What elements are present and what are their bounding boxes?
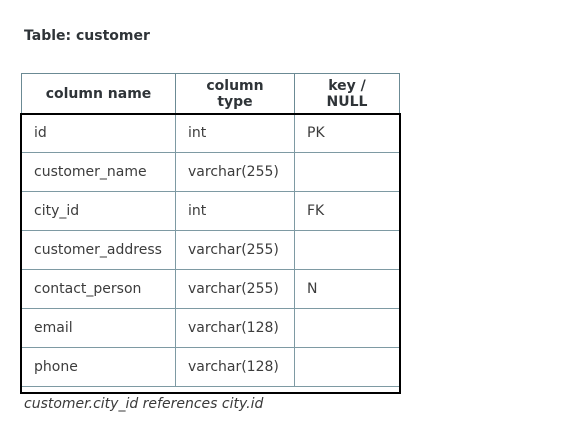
cell-column-type: varchar(128) <box>175 347 295 387</box>
cell-column-type: varchar(255) <box>175 152 295 192</box>
cell-column-name: email <box>21 308 176 348</box>
cell-column-name: customer_address <box>21 230 176 270</box>
table-row: city_id int FK <box>21 191 400 231</box>
cell-column-type: varchar(128) <box>175 308 295 348</box>
cell-column-name: city_id <box>21 191 176 231</box>
cell-column-type: varchar(255) <box>175 230 295 270</box>
table-note: customer.city_id references city.id <box>24 396 264 412</box>
table-row: customer_address varchar(255) <box>21 230 400 270</box>
table-row: phone varchar(128) <box>21 347 400 387</box>
cell-column-type: int <box>175 191 295 231</box>
cell-column-type: varchar(255) <box>175 269 295 309</box>
cell-column-name: phone <box>21 347 176 387</box>
table-row: email varchar(128) <box>21 308 400 348</box>
cell-key-null <box>294 308 400 348</box>
cell-key-null <box>294 152 400 192</box>
table-row: contact_person varchar(255) N <box>21 269 400 309</box>
cell-key-null <box>294 347 400 387</box>
cell-key-null: N <box>294 269 400 309</box>
cell-column-type: int <box>175 113 295 153</box>
cell-column-name: customer_name <box>21 152 176 192</box>
cell-key-null <box>294 230 400 270</box>
cell-key-null: PK <box>294 113 400 153</box>
cell-key-null: FK <box>294 191 400 231</box>
table-row: id int PK <box>21 113 400 153</box>
schema-table: column name column type key / NULL id in… <box>21 73 400 387</box>
header-column-type: column type <box>175 73 295 114</box>
cell-column-name: contact_person <box>21 269 176 309</box>
header-column-name: column name <box>21 73 176 114</box>
header-row: column name column type key / NULL <box>21 73 400 114</box>
header-key-null: key / NULL <box>294 73 400 114</box>
table-title: Table: customer <box>24 28 150 44</box>
cell-column-name: id <box>21 113 176 153</box>
table-row: customer_name varchar(255) <box>21 152 400 192</box>
